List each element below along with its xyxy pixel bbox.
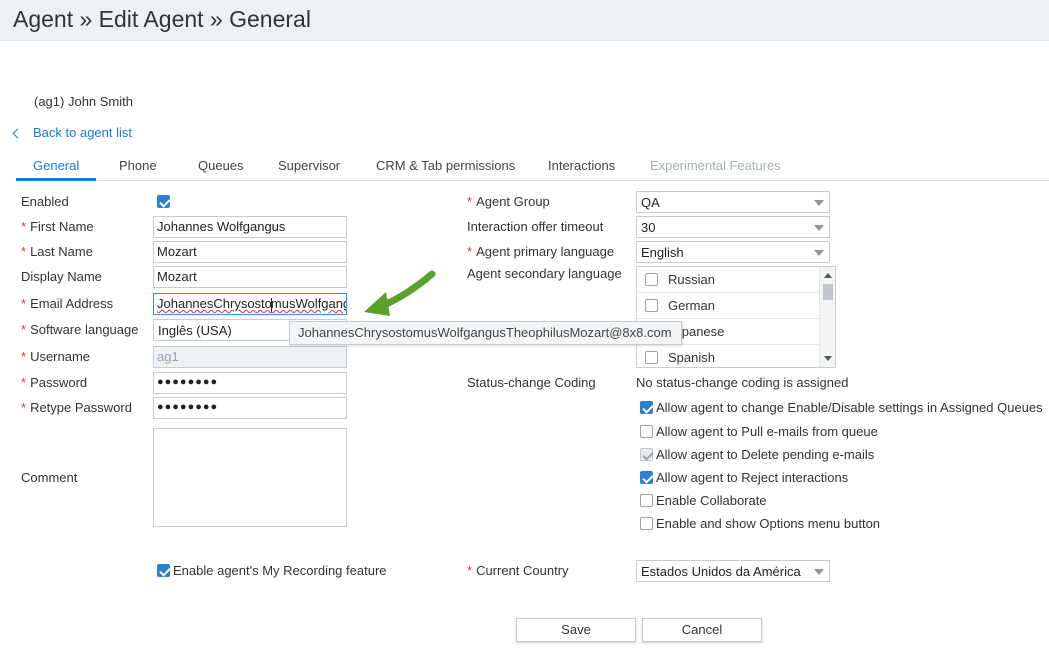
my-recording-label: Enable agent's My Recording feature	[173, 563, 387, 578]
enabled-label: Enabled	[21, 194, 69, 209]
secondary-language-label: Agent secondary language	[467, 266, 622, 281]
agent-group-select[interactable]: QA	[636, 191, 830, 213]
agent-group-label: * Agent Group	[467, 194, 550, 209]
required-marker: *	[467, 563, 473, 578]
page-header: Agent » Edit Agent » General	[0, 0, 1049, 41]
retype-password-label: * Retype Password	[21, 400, 132, 415]
dropdown-arrow-icon	[814, 250, 824, 256]
comment-textarea[interactable]	[153, 428, 347, 527]
tab-supervisor[interactable]: Supervisor	[278, 158, 340, 173]
status-coding-value: No status-change coding is assigned	[636, 375, 849, 390]
password-label: * Password	[21, 375, 88, 390]
russian-checkbox[interactable]	[645, 273, 658, 286]
tab-bar: General Phone Queues Supervisor CRM & Ta…	[16, 150, 1049, 181]
dropdown-arrow-icon	[814, 569, 824, 575]
perm-delete-emails-label: Allow agent to Delete pending e-mails	[656, 447, 875, 462]
perm-collaborate-checkbox[interactable]	[640, 494, 653, 507]
cancel-button[interactable]: Cancel	[642, 618, 762, 642]
scroll-down-icon[interactable]	[824, 356, 832, 361]
german-checkbox[interactable]	[645, 299, 658, 312]
agent-identity: (ag1) John Smith	[34, 94, 133, 109]
required-marker: *	[21, 400, 27, 415]
display-name-label: Display Name	[21, 269, 102, 284]
perm-collaborate-label: Enable Collaborate	[656, 493, 767, 508]
annotation-arrow-icon	[364, 270, 436, 316]
save-button[interactable]: Save	[516, 618, 636, 642]
last-name-field[interactable]: Mozart	[153, 241, 347, 263]
chevron-left-icon	[12, 128, 23, 138]
perm-options-menu-checkbox[interactable]	[640, 517, 653, 530]
last-name-label: * Last Name	[21, 244, 93, 259]
enabled-checkbox[interactable]	[157, 195, 170, 208]
tab-phone[interactable]: Phone	[119, 158, 157, 173]
required-marker: *	[467, 244, 473, 259]
dropdown-arrow-icon	[814, 200, 824, 206]
required-marker: *	[21, 244, 27, 259]
list-item[interactable]: Spanish	[637, 345, 819, 367]
spanish-checkbox[interactable]	[645, 351, 658, 364]
retype-password-field[interactable]: ●●●●●●●●	[153, 397, 347, 419]
primary-language-label: * Agent primary language	[467, 244, 615, 259]
tab-general[interactable]: General	[33, 158, 79, 173]
tab-interactions[interactable]: Interactions	[548, 158, 615, 173]
offer-timeout-select[interactable]: 30	[636, 216, 830, 238]
username-field: ag1	[153, 346, 347, 368]
required-marker: *	[467, 194, 473, 209]
dropdown-arrow-icon	[814, 225, 824, 231]
active-tab-indicator	[16, 178, 96, 181]
tab-experimental-features: Experimental Features	[650, 158, 781, 173]
email-address-label: * Email Address	[21, 296, 114, 311]
perm-options-menu-label: Enable and show Options menu button	[656, 516, 881, 531]
offer-timeout-label: Interaction offer timeout	[467, 219, 604, 234]
page-title: Agent » Edit Agent » General	[13, 6, 311, 32]
my-recording-checkbox[interactable]	[157, 564, 170, 577]
display-name-field[interactable]: Mozart	[153, 266, 347, 288]
perm-enable-disable-label: Allow agent to change Enable/Disable set…	[656, 400, 1043, 415]
first-name-label: * First Name	[21, 219, 94, 234]
perm-pull-emails-checkbox[interactable]	[640, 425, 653, 438]
back-to-agent-list-link[interactable]: Back to agent list	[12, 125, 132, 140]
listbox-scrollbar[interactable]	[819, 267, 835, 367]
perm-pull-emails-label: Allow agent to Pull e-mails from queue	[656, 424, 878, 439]
scroll-thumb[interactable]	[823, 284, 833, 300]
current-country-select[interactable]: Estados Unidos da América	[636, 560, 830, 582]
perm-reject-checkbox[interactable]	[640, 471, 653, 484]
back-link-label: Back to agent list	[33, 125, 132, 140]
list-item[interactable]: Russian	[637, 267, 819, 293]
required-marker: *	[21, 375, 27, 390]
perm-enable-disable-checkbox[interactable]	[640, 401, 653, 414]
perm-reject-label: Allow agent to Reject interactions	[656, 470, 849, 485]
primary-language-select[interactable]: English	[636, 241, 830, 263]
email-address-field[interactable]: JohannesChrysostomusWolfgangus	[153, 293, 347, 315]
scroll-up-icon[interactable]	[824, 273, 832, 278]
required-marker: *	[21, 349, 27, 364]
software-language-label: * Software language	[21, 322, 139, 337]
required-marker: *	[21, 322, 27, 337]
comment-label: Comment	[21, 470, 78, 485]
perm-delete-emails-checkbox	[640, 448, 653, 461]
list-item[interactable]: German	[637, 293, 819, 319]
username-label: * Username	[21, 349, 91, 364]
tab-queues[interactable]: Queues	[198, 158, 244, 173]
password-field[interactable]: ●●●●●●●●	[153, 372, 347, 394]
required-marker: *	[21, 296, 27, 311]
current-country-label: * Current Country	[467, 563, 569, 578]
tab-crm-tab-permissions[interactable]: CRM & Tab permissions	[376, 158, 515, 173]
first-name-field[interactable]: Johannes Wolfgangus	[153, 216, 347, 238]
secondary-language-listbox[interactable]: Russian German Japanese Spanish	[636, 266, 836, 368]
email-tooltip: JohannesChrysostomusWolfgangusTheophilus…	[289, 321, 682, 345]
status-coding-label: Status-change Coding	[467, 375, 596, 390]
required-marker: *	[21, 219, 27, 234]
